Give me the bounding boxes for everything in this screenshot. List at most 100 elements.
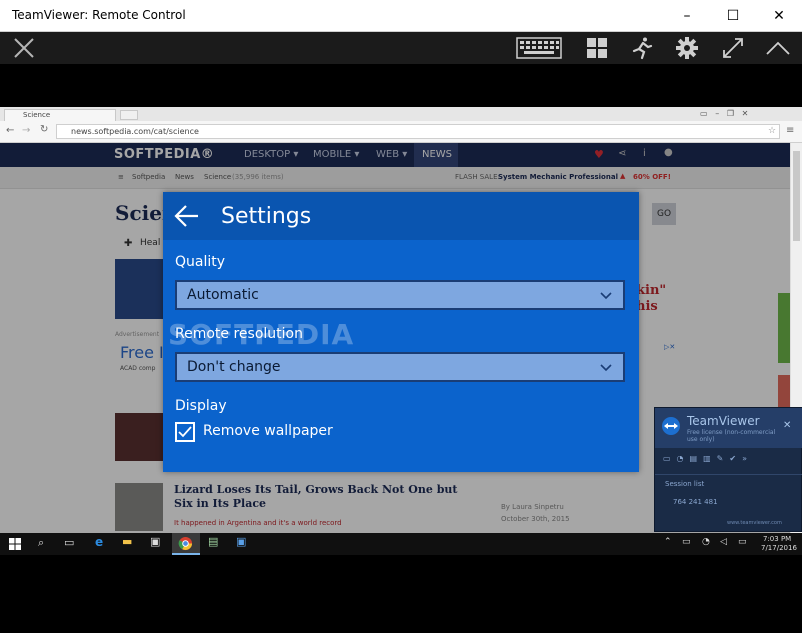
go-button[interactable]: GO (652, 203, 676, 225)
address-bar[interactable]: news.softpedia.com/cat/science (56, 124, 780, 139)
bookmark-star-icon[interactable]: ☆ (768, 126, 776, 136)
tray-network-icon[interactable]: ◔ (702, 537, 710, 547)
taskbar-app-icon[interactable]: ▤ (208, 535, 218, 548)
remote-taskbar: ⌕ ▭ e ▬ ▣ ▤ ▣ ⌃ ▭ ◔ ◁ ▭ 7:03 PM 7/17/201… (0, 533, 802, 555)
display-label: Display (175, 398, 227, 414)
article-thumbnail-3[interactable] (115, 483, 163, 531)
fullscreen-icon[interactable] (720, 36, 746, 60)
close-window-button[interactable]: ✕ (756, 0, 802, 32)
keyboard-icon[interactable] (514, 36, 564, 60)
browser-tabstrip: Science ▭ – ❐ ✕ (0, 107, 802, 121)
article-title[interactable]: Lizard Loses Its Tail, Grows Back Not On… (174, 483, 474, 511)
nav-news-active[interactable]: NEWS (414, 143, 458, 167)
browser-tab[interactable]: Science (4, 109, 116, 121)
article-right-title-2[interactable]: his (636, 299, 658, 314)
quality-value: Automatic (187, 287, 259, 303)
taskbar-search-icon[interactable]: ⌕ (38, 536, 44, 550)
ad-subtitle[interactable]: ACAD comp (120, 365, 155, 372)
start-windows-icon[interactable] (8, 536, 24, 552)
remote-bottom-padding (0, 555, 802, 633)
settings-header: Settings (163, 192, 639, 240)
reload-icon[interactable]: ↻ (40, 124, 48, 135)
tray-keyboard-icon[interactable]: ▭ (738, 537, 747, 547)
browser-tab-title: Science (23, 111, 51, 119)
taskbar-time[interactable]: 7:03 PM (763, 535, 791, 543)
browser-menu-icon[interactable]: ≡ (786, 125, 794, 136)
forward-icon[interactable]: → (22, 125, 30, 136)
article-author[interactable]: By Laura Sinpetru (501, 503, 564, 511)
window-titlebar: TeamViewer: Remote Control – ☐ ✕ (0, 0, 802, 32)
remove-wallpaper-label[interactable]: Remove wallpaper (203, 423, 333, 439)
minimize-button[interactable]: – (664, 0, 710, 32)
article-thumbnail-2[interactable] (115, 413, 163, 461)
teamviewer-panel-actions[interactable]: ▭◔▤▥✎✔» (663, 454, 753, 463)
quality-dropdown[interactable]: Automatic (175, 280, 625, 310)
ad-title[interactable]: Free I (120, 343, 164, 362)
article-right-title-1[interactable]: kin" (636, 283, 666, 298)
taskbar-chrome[interactable] (172, 533, 200, 555)
teamviewer-panel-footer[interactable]: www.teamviewer.com (727, 520, 782, 526)
article-thumbnail-1[interactable] (115, 259, 163, 319)
teamviewer-session-id[interactable]: 764 241 481 (673, 498, 718, 506)
teamviewer-session-label[interactable]: Session list (665, 480, 704, 488)
ad-label: Advertisement (115, 331, 160, 338)
softpedia-navbar: SOFTPEDIA® DESKTOP ▾ MOBILE ▾ WEB ▾ NEWS… (0, 143, 790, 167)
remove-wallpaper-checkbox[interactable] (175, 422, 195, 442)
gear-icon[interactable] (674, 36, 700, 60)
new-tab-button[interactable] (120, 110, 138, 120)
heart-icon[interactable]: ♥ (594, 148, 604, 161)
collapse-icon[interactable] (764, 36, 792, 60)
share-icon[interactable]: ⋖ (618, 148, 626, 159)
article-date: October 30th, 2015 (501, 515, 570, 523)
settings-title: Settings (221, 204, 312, 229)
window-title: TeamViewer: Remote Control (12, 8, 186, 22)
tray-battery-icon[interactable]: ▭ (682, 537, 691, 547)
remote-toolbar (0, 32, 802, 64)
file-explorer-icon[interactable]: ▬ (122, 535, 132, 548)
back-icon[interactable]: ← (6, 125, 14, 136)
breadcrumb-science[interactable]: Science (204, 173, 231, 181)
resolution-label: Remote resolution (175, 326, 303, 342)
nav-web[interactable]: WEB ▾ (376, 149, 407, 160)
windows-icon[interactable] (584, 36, 610, 60)
taskbar-teamviewer-icon[interactable]: ▣ (236, 535, 246, 548)
nav-mobile[interactable]: MOBILE ▾ (313, 149, 359, 160)
filter-label[interactable]: Heal (140, 238, 160, 248)
flash-sale-label: FLASH SALE: (455, 173, 500, 181)
edge-icon[interactable]: e (95, 535, 103, 549)
teamviewer-panel-subtitle: Free license (non-commercial use only) (687, 429, 776, 443)
teamviewer-panel-close-icon[interactable]: ✕ (783, 420, 791, 431)
resolution-dropdown[interactable]: Don't change (175, 352, 625, 382)
actions-icon[interactable] (628, 36, 656, 60)
filter-plus-icon[interactable]: ✚ (124, 238, 132, 249)
teamviewer-panel-header: TeamViewer Free license (non-commercial … (655, 408, 802, 448)
side-tab-green[interactable] (778, 293, 790, 363)
breadcrumb-softpedia[interactable]: Softpedia (132, 173, 165, 181)
store-icon[interactable]: ▣ (150, 535, 160, 548)
flash-sale-discount: 60% OFF! (633, 173, 671, 181)
softpedia-logo[interactable]: SOFTPEDIA® (114, 147, 214, 162)
teamviewer-panel[interactable]: TeamViewer Free license (non-commercial … (654, 407, 802, 532)
breadcrumb-news[interactable]: News (175, 173, 194, 181)
breadcrumb-count: (35,996 items) (232, 173, 284, 181)
tray-chevron-icon[interactable]: ⌃ (664, 537, 672, 547)
back-arrow-icon[interactable] (173, 202, 203, 230)
quality-label: Quality (175, 254, 226, 270)
ad-close-icon[interactable]: ▷✕ (664, 343, 675, 351)
maximize-button[interactable]: ☐ (710, 0, 756, 32)
resolution-value: Don't change (187, 359, 281, 375)
tray-volume-icon[interactable]: ◁ (720, 537, 727, 547)
flash-sale-product[interactable]: System Mechanic Professional (498, 173, 618, 181)
page-scrollbar-thumb[interactable] (793, 151, 800, 241)
nav-desktop[interactable]: DESKTOP ▾ (244, 149, 298, 160)
task-view-icon[interactable]: ▭ (64, 536, 74, 549)
info-icon[interactable]: i (643, 148, 646, 159)
settings-panel: Settings Quality Automatic Remote resolu… (163, 192, 639, 472)
teamviewer-panel-title: TeamViewer (687, 414, 760, 428)
article-excerpt: It happened in Argentina and it's a worl… (174, 519, 342, 527)
user-icon[interactable]: ● (664, 147, 673, 158)
browser-window-controls[interactable]: ▭ – ❐ ✕ (700, 109, 748, 118)
close-session-icon[interactable] (10, 36, 38, 60)
taskbar-date[interactable]: 7/17/2016 (761, 544, 797, 552)
address-url: news.softpedia.com/cat/science (71, 127, 199, 136)
